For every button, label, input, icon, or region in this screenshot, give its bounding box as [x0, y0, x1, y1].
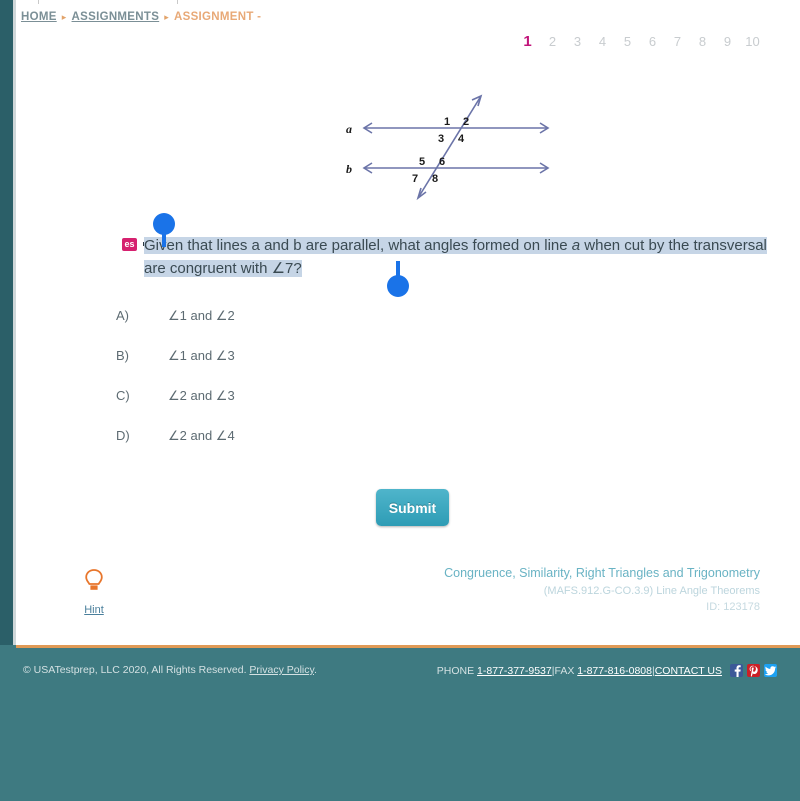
- svg-text:7: 7: [412, 173, 418, 185]
- selection-handle-stem: [396, 261, 400, 277]
- breadcrumb: HOME ▸ ASSIGNMENTS ▸ ASSIGNMENT -: [21, 11, 261, 23]
- question-text-part1: Given that lines a and b are parallel, w…: [144, 237, 572, 254]
- answer-option-b[interactable]: B) ∠1 and ∠3: [116, 348, 516, 388]
- svg-text:4: 4: [458, 133, 465, 145]
- answer-letter: D): [116, 428, 130, 443]
- page-number-9[interactable]: 9: [715, 34, 740, 49]
- page-number-3[interactable]: 3: [565, 34, 590, 49]
- footer-copyright: © USATestprep, LLC 2020, All Rights Rese…: [23, 664, 317, 676]
- answer-letter: A): [116, 308, 129, 323]
- page-number-10[interactable]: 10: [740, 34, 765, 49]
- question-pagination: 1 2 3 4 5 6 7 8 9 10: [515, 33, 765, 50]
- content-page: HOME ▸ ASSIGNMENTS ▸ ASSIGNMENT - 1 2 3 4 5 …: [16, 0, 800, 645]
- question-text-italic-a: a: [571, 237, 581, 254]
- fax-number-link[interactable]: 1-877-816-0808: [577, 665, 652, 677]
- question-text: Given that lines a and b are parallel, w…: [144, 234, 792, 280]
- svg-text:1: 1: [444, 116, 450, 128]
- submit-button[interactable]: Submit: [376, 489, 449, 526]
- page-number-4[interactable]: 4: [590, 34, 615, 49]
- answer-text: ∠1 and ∠3: [168, 348, 235, 363]
- phone-number-link[interactable]: 1-877-377-9537: [477, 665, 552, 677]
- standard-code: (MAFS.912.G-CO.3.9) Line Angle Theorems: [543, 585, 760, 597]
- twitter-icon[interactable]: [764, 664, 777, 677]
- question-id: ID: 123178: [706, 601, 760, 613]
- page-number-6[interactable]: 6: [640, 34, 665, 49]
- page-number-2[interactable]: 2: [540, 34, 565, 49]
- svg-text:a: a: [346, 122, 352, 136]
- page-number-7[interactable]: 7: [665, 34, 690, 49]
- selection-handle-stem: [162, 231, 166, 247]
- svg-text:2: 2: [463, 116, 469, 128]
- parallel-lines-transversal-svg: a b 1 2 3 4 5 6 7 8: [346, 94, 550, 201]
- hint-link[interactable]: Hint: [69, 604, 119, 616]
- privacy-suffix: .: [313, 664, 317, 676]
- breadcrumb-separator-icon: ▸: [61, 12, 67, 22]
- privacy-policy-link[interactable]: Privacy Policy: [249, 664, 314, 676]
- geometry-diagram: a b 1 2 3 4 5 6 7 8: [336, 80, 576, 210]
- svg-text:5: 5: [419, 156, 425, 168]
- svg-text:3: 3: [438, 133, 444, 145]
- page-number-1[interactable]: 1: [515, 33, 540, 50]
- contact-us-link[interactable]: CONTACT US: [655, 665, 722, 677]
- svg-text:b: b: [346, 162, 352, 176]
- page-footer: © USATestprep, LLC 2020, All Rights Rese…: [0, 648, 800, 801]
- page-number-8[interactable]: 8: [690, 34, 715, 49]
- hint-block: Hint: [69, 568, 119, 616]
- phone-label: PHONE: [436, 664, 475, 677]
- answer-option-a[interactable]: A) ∠1 and ∠2: [116, 308, 516, 348]
- translate-spanish-icon[interactable]: es: [122, 237, 137, 251]
- page-number-5[interactable]: 5: [615, 34, 640, 49]
- breadcrumb-item-assignments[interactable]: ASSIGNMENTS: [72, 11, 160, 23]
- svg-text:8: 8: [432, 173, 438, 185]
- answer-letter: C): [116, 388, 130, 403]
- copyright-text: © USATestprep, LLC 2020, All Rights Rese…: [23, 664, 247, 676]
- facebook-icon[interactable]: [730, 664, 743, 677]
- answer-option-c[interactable]: C) ∠2 and ∠3: [116, 388, 516, 428]
- svg-text:6: 6: [439, 156, 445, 168]
- answer-option-d[interactable]: D) ∠2 and ∠4: [116, 428, 516, 468]
- answer-text: ∠2 and ∠3: [168, 388, 235, 403]
- breadcrumb-item-home[interactable]: HOME: [21, 11, 57, 23]
- pinterest-icon[interactable]: [747, 664, 760, 677]
- breadcrumb-item-current: ASSIGNMENT -: [174, 11, 262, 23]
- standards-info: Congruence, Similarity, Right Triangles …: [444, 566, 760, 613]
- fax-label: FAX: [554, 664, 575, 677]
- lightbulb-icon[interactable]: [83, 569, 105, 600]
- standard-title: Congruence, Similarity, Right Triangles …: [444, 566, 760, 580]
- footer-contact: PHONE 1-877-377-9537 | FAX 1-877-816-080…: [437, 664, 777, 677]
- browser-tab-remnant: [38, 0, 178, 4]
- selection-handle-end[interactable]: [387, 261, 409, 297]
- answer-choices: A) ∠1 and ∠2 B) ∠1 and ∠3 C) ∠2 and ∠3 D) ∠2…: [116, 308, 516, 468]
- answer-letter: B): [116, 348, 129, 363]
- left-sidebar-strip: [0, 0, 13, 645]
- social-links: [730, 664, 777, 677]
- selection-handle-start[interactable]: [153, 213, 175, 247]
- answer-text: ∠2 and ∠4: [168, 428, 235, 443]
- breadcrumb-separator-icon: ▸: [164, 12, 170, 22]
- answer-text: ∠1 and ∠2: [168, 308, 235, 323]
